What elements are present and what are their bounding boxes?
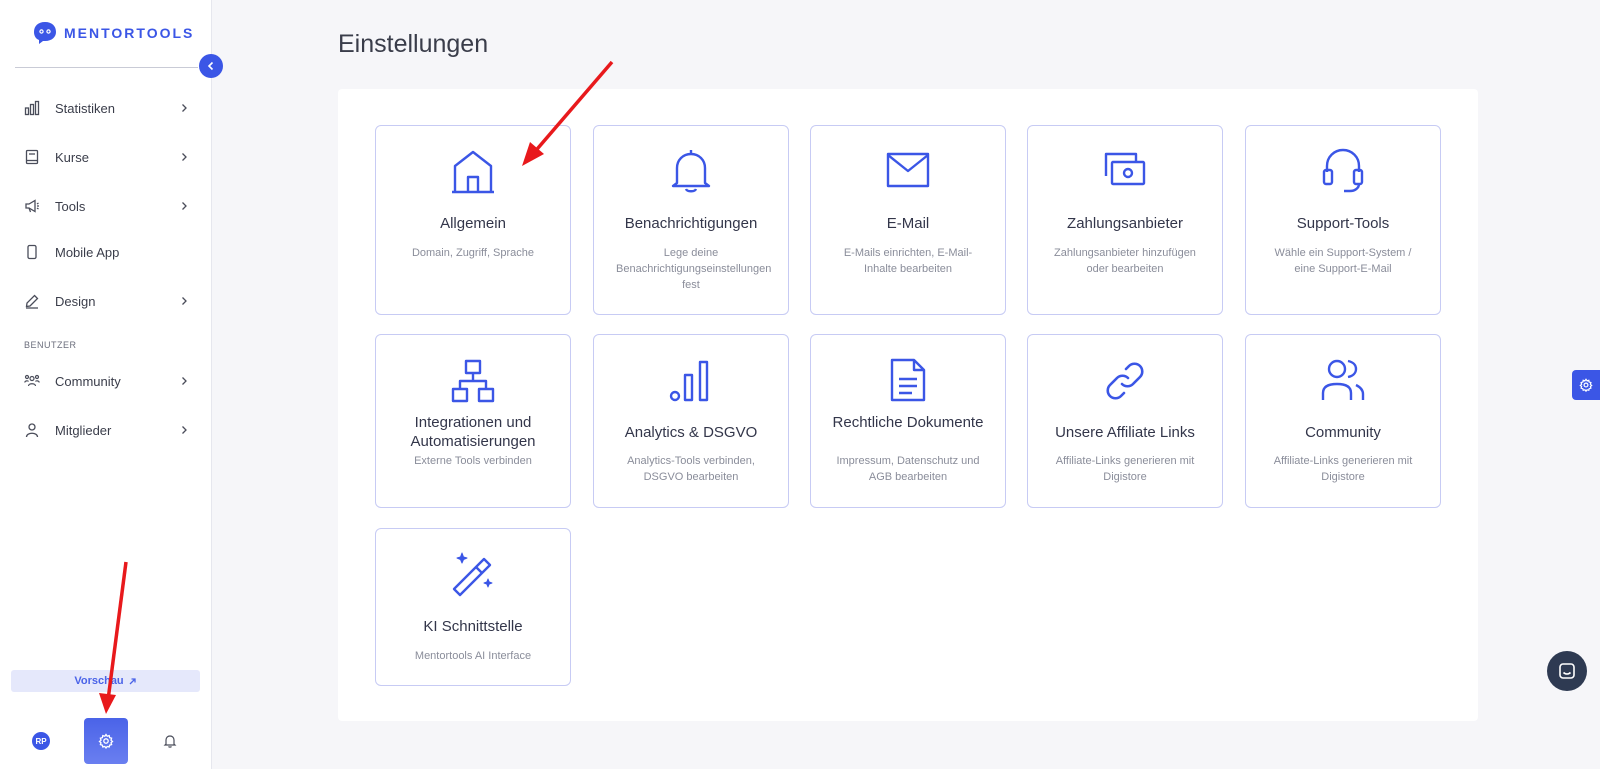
card-description: Affiliate-Links generieren mit Digistore xyxy=(1055,455,1195,483)
card-description: Lege deine Benachrichtigungseinstellunge… xyxy=(616,247,772,291)
users-icon xyxy=(24,373,40,389)
sidebar-item-tools[interactable]: Tools xyxy=(24,194,189,218)
chevron-right-icon xyxy=(179,103,189,113)
page-title: Einstellungen xyxy=(338,30,489,58)
headset-icon xyxy=(1246,146,1440,194)
sidebar-item-label: Mitglieder xyxy=(55,422,112,438)
card-title: Integrationen und Automatisierungen xyxy=(410,414,536,450)
settings-button[interactable] xyxy=(84,718,128,764)
card-title: Unsere Affiliate Links xyxy=(1055,424,1195,441)
card-zahlungsanbieter[interactable]: Zahlungsanbieter Zahlungsanbieter hinzuf… xyxy=(1027,125,1223,315)
card-description: Impressum, Datenschutz und AGB bearbeite… xyxy=(836,455,980,483)
card-integrationen[interactable]: Integrationen und Automatisierungen Exte… xyxy=(375,334,571,508)
external-link-icon xyxy=(129,677,136,684)
card-title: Benachrichtigungen xyxy=(624,215,758,232)
money-icon xyxy=(1028,150,1222,190)
card-description: Affiliate-Links generieren mit Digistore xyxy=(1273,455,1413,483)
card-title: Support-Tools xyxy=(1296,215,1390,232)
notifications-button[interactable] xyxy=(161,732,179,750)
collapse-sidebar-button[interactable] xyxy=(199,54,223,78)
card-support-tools[interactable]: Support-Tools Wähle ein Support-System /… xyxy=(1245,125,1441,315)
card-description: Wähle ein Support-System / eine Support-… xyxy=(1274,247,1412,275)
chat-icon xyxy=(1559,663,1575,679)
bell-icon xyxy=(163,735,177,748)
card-title: E-Mail xyxy=(886,215,930,232)
card-description: Domain, Zugriff, Sprache xyxy=(411,247,535,259)
chevron-right-icon xyxy=(179,376,189,386)
mail-icon xyxy=(811,150,1005,190)
logo[interactable]: MENTORTOOLS xyxy=(32,20,194,46)
gear-icon xyxy=(98,733,114,749)
card-benachrichtigungen[interactable]: Benachrichtigungen Lege deine Benachrich… xyxy=(593,125,789,315)
sidebar-item-label: Kurse xyxy=(55,149,89,165)
phone-icon xyxy=(24,244,40,260)
card-title: Zahlungsanbieter xyxy=(1067,215,1183,232)
sidebar-item-statistiken[interactable]: Statistiken xyxy=(24,96,189,120)
sidebar-item-label: Community xyxy=(55,373,121,389)
card-description: Mentortools AI Interface xyxy=(414,650,532,662)
section-label-benutzer: BENUTZER xyxy=(24,340,77,350)
megaphone-icon xyxy=(24,198,40,214)
card-description: Analytics-Tools verbinden, DSGVO bearbei… xyxy=(627,455,755,483)
pencil-icon xyxy=(24,293,40,309)
house-icon xyxy=(376,148,570,194)
card-description: Externe Tools verbinden xyxy=(414,455,532,467)
card-allgemein[interactable]: Allgemein Domain, Zugriff, Sprache xyxy=(375,125,571,315)
card-e-mail[interactable]: E-Mail E-Mails einrichten, E-Mail-Inhalt… xyxy=(810,125,1006,315)
divider xyxy=(15,67,198,68)
brand-name: MENTORTOOLS xyxy=(64,25,195,41)
card-affiliate-links[interactable]: Unsere Affiliate Links Affiliate-Links g… xyxy=(1027,334,1223,508)
users-icon xyxy=(1246,357,1440,403)
card-analytics-dsgvo[interactable]: Analytics & DSGVO Analytics-Tools verbin… xyxy=(593,334,789,508)
avatar[interactable]: RP xyxy=(32,732,50,750)
sidebar-item-mitglieder[interactable]: Mitglieder xyxy=(24,418,189,442)
sidebar-item-kurse[interactable]: Kurse xyxy=(24,145,189,169)
chat-launcher-button[interactable] xyxy=(1547,651,1587,691)
card-title: Community xyxy=(1305,424,1381,441)
preview-label: Vorschau xyxy=(74,675,124,687)
card-description: E-Mails einrichten, E-Mail-Inhalte bearb… xyxy=(843,247,973,275)
chevron-right-icon xyxy=(179,152,189,162)
floating-settings-button[interactable] xyxy=(1572,370,1600,400)
magic-wand-icon xyxy=(376,551,570,597)
link-icon xyxy=(1028,359,1222,403)
logo-icon xyxy=(34,22,56,44)
gear-icon xyxy=(1579,378,1593,392)
card-description: Zahlungsanbieter hinzufügen oder bearbei… xyxy=(1054,247,1196,275)
user-icon xyxy=(24,422,40,438)
sidebar-item-community[interactable]: Community xyxy=(24,369,189,393)
card-rechtliche-dokumente[interactable]: Rechtliche Dokumente Impressum, Datensch… xyxy=(810,334,1006,508)
preview-button[interactable]: Vorschau xyxy=(11,670,200,692)
sidebar-item-mobile-app[interactable]: Mobile App xyxy=(24,240,189,264)
card-title: Rechtliche Dokumente xyxy=(832,414,984,431)
bar-chart-icon xyxy=(24,100,40,116)
card-title: Analytics & DSGVO xyxy=(624,424,758,441)
chevron-right-icon xyxy=(179,296,189,306)
analytics-icon xyxy=(594,359,788,403)
chevron-right-icon xyxy=(179,425,189,435)
sidebar: MENTORTOOLS Statistiken Kurse Tools Mobi… xyxy=(0,0,212,769)
sidebar-item-label: Design xyxy=(55,293,96,309)
card-community[interactable]: Community Affiliate-Links generieren mit… xyxy=(1245,334,1441,508)
chevron-left-icon xyxy=(207,61,214,71)
sidebar-item-label: Tools xyxy=(55,198,86,214)
sidebar-item-label: Statistiken xyxy=(55,100,115,116)
card-title: Allgemein xyxy=(440,215,506,232)
sidebar-item-design[interactable]: Design xyxy=(24,289,189,313)
document-icon xyxy=(811,357,1005,403)
sidebar-item-label: Mobile App xyxy=(55,244,120,260)
chevron-right-icon xyxy=(179,201,189,211)
card-ki-schnittstelle[interactable]: KI Schnittstelle Mentortools AI Interfac… xyxy=(375,528,571,686)
card-title: KI Schnittstelle xyxy=(423,618,523,635)
sitemap-icon xyxy=(376,359,570,403)
bell-icon xyxy=(594,148,788,194)
book-icon xyxy=(24,149,40,165)
